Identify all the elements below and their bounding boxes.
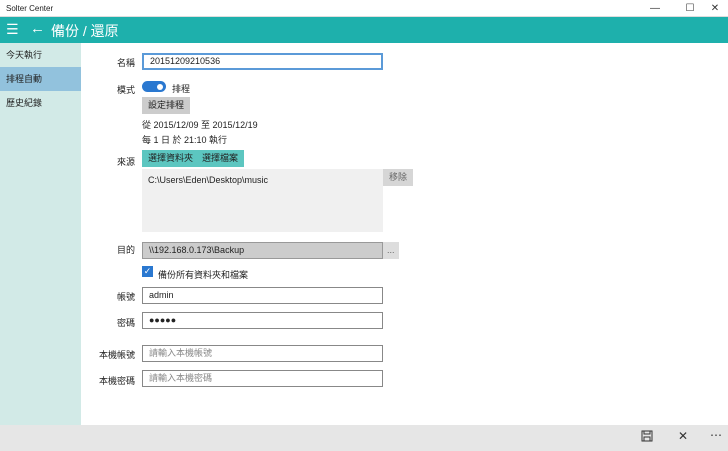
mode-label: 模式 [116, 85, 135, 95]
destination-label: 目的 [116, 245, 135, 255]
sidebar: 今天執行 排程自動 歷史紀錄 [0, 43, 81, 425]
password-label: 密碼 [116, 318, 135, 328]
mode-toggle-label: 排程 [172, 84, 191, 94]
close-icon[interactable]: ✕ [678, 429, 688, 443]
local-account-label: 本機帳號 [98, 350, 135, 360]
mode-toggle[interactable] [142, 81, 166, 92]
local-account-input[interactable]: 請輸入本機帳號 [142, 345, 383, 362]
close-window-button[interactable]: ✕ [703, 1, 727, 16]
source-list: C:\Users\Eden\Desktop\music [142, 169, 383, 232]
name-input[interactable]: 20151209210536 [142, 53, 383, 70]
sidebar-item-schedule[interactable]: 排程自動 [0, 67, 81, 91]
choose-folder-button[interactable]: 選擇資料夾 [142, 150, 200, 167]
destination-input[interactable]: \\192.168.0.173\Backup [142, 242, 383, 259]
page-title: 備份 / 還原 [51, 23, 119, 39]
source-label: 來源 [116, 157, 135, 167]
minimize-button[interactable]: — [643, 1, 667, 16]
title-bar: Solter Center — ☐ ✕ [0, 0, 728, 17]
sidebar-item-history[interactable]: 歷史紀錄 [0, 91, 81, 115]
more-icon[interactable]: ⋯ [710, 428, 722, 442]
account-input[interactable]: admin [142, 287, 383, 304]
schedule-repeat: 每 1 日 於 21:10 執行 [142, 135, 228, 145]
remove-button[interactable]: 移除 [383, 169, 414, 186]
command-bar: ✕ ⋯ [0, 425, 728, 451]
set-schedule-button[interactable]: 設定排程 [142, 97, 191, 114]
save-icon[interactable] [641, 430, 653, 445]
browse-button[interactable]: ... [383, 242, 399, 259]
backup-all-checkbox[interactable]: ✓ [142, 266, 153, 277]
name-label: 名稱 [116, 58, 135, 68]
back-arrow-icon[interactable]: ← [30, 20, 45, 37]
hamburger-menu-icon[interactable]: ☰ [6, 21, 19, 38]
local-password-label: 本機密碼 [98, 376, 135, 386]
sidebar-item-today[interactable]: 今天執行 [0, 43, 81, 67]
backup-all-label: 備份所有資料夾和檔案 [158, 270, 249, 280]
choose-file-button[interactable]: 選擇檔案 [196, 150, 245, 167]
local-password-input[interactable]: 請輸入本機密碼 [142, 370, 383, 387]
source-item[interactable]: C:\Users\Eden\Desktop\music [142, 169, 383, 185]
password-input[interactable]: ●●●●● [142, 312, 383, 329]
account-label: 帳號 [116, 292, 135, 302]
window-title: Solter Center [6, 4, 54, 13]
app-header: ☰ ← 備份 / 還原 [0, 17, 728, 43]
maximize-button[interactable]: ☐ [678, 1, 702, 16]
schedule-range: 從 2015/12/09 至 2015/12/19 [142, 120, 258, 130]
